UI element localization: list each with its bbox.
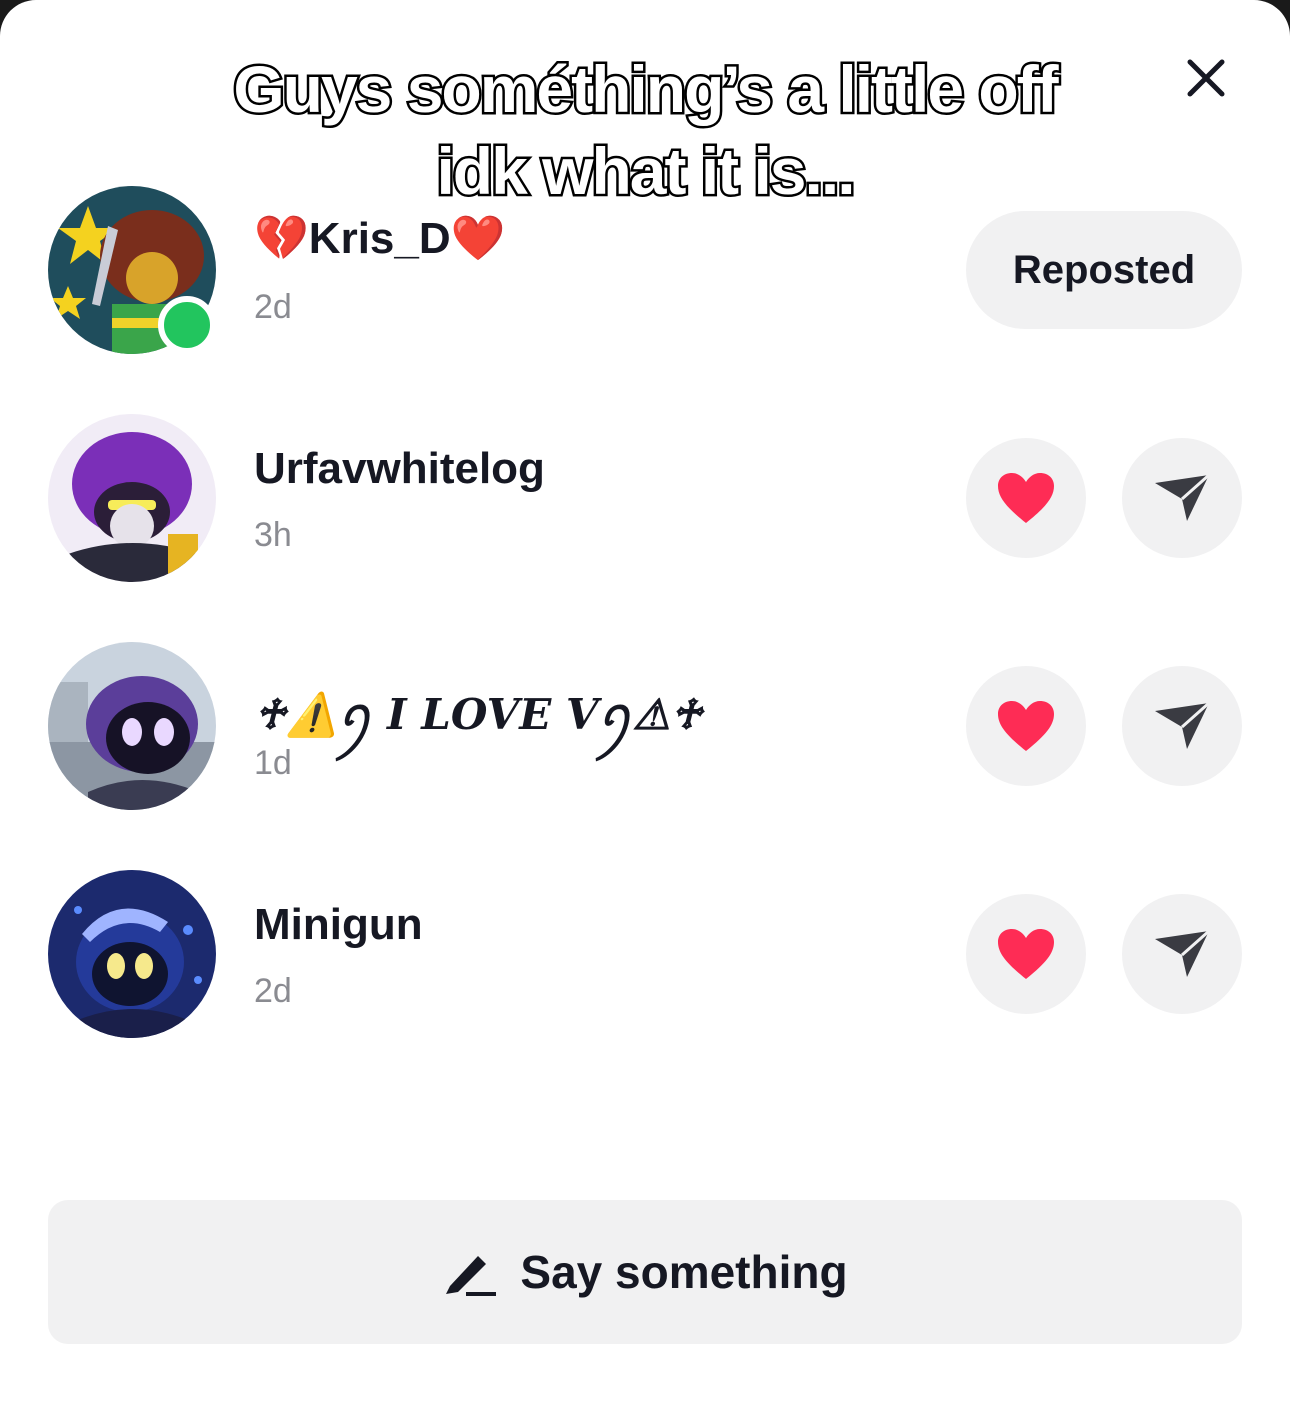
send-button[interactable] [1122, 666, 1242, 786]
repost-time: 3h [254, 516, 292, 554]
like-button[interactable] [966, 666, 1086, 786]
say-something-button[interactable]: Say something [48, 1200, 1242, 1344]
repost-user-name[interactable]: Urfavwhitelog [254, 444, 545, 494]
heart-icon [998, 929, 1054, 979]
send-icon [1155, 929, 1210, 977]
say-something-label: Say something [520, 1246, 848, 1298]
send-button[interactable] [1122, 894, 1242, 1014]
user-name-text: Kris_D [308, 214, 451, 263]
send-button[interactable] [1122, 438, 1242, 558]
avatar-i-love-v[interactable] [48, 642, 216, 810]
video-caption-overlay: Guys sométhing’s a little off idk what i… [190, 48, 1100, 212]
repost-sheet: Guys sométhing’s a little off idk what i… [0, 0, 1290, 1426]
caption-line-2: idk what it is... [434, 132, 858, 211]
repost-user-name[interactable]: Minigun [254, 900, 423, 950]
repost-time: 1d [254, 744, 292, 782]
send-icon [1155, 701, 1210, 749]
heart-icon [998, 473, 1054, 523]
send-icon [1155, 473, 1210, 521]
caption-line-1: Guys sométhing’s a little off [231, 50, 1061, 129]
reposted-button[interactable]: Reposted [966, 211, 1242, 329]
repost-user-name[interactable]: 💔Kris_D❤️ [254, 212, 505, 264]
red-heart-emoji: ❤️ [450, 214, 506, 263]
avatar-minigun[interactable] [48, 870, 216, 1038]
like-button[interactable] [966, 894, 1086, 1014]
close-icon[interactable] [1180, 52, 1232, 104]
like-button[interactable] [966, 438, 1086, 558]
repost-user-name[interactable]: ♱⚠️ꪆ I LOVE Vꪆ⚠♱ [254, 674, 702, 762]
avatar-urfavwhitelog[interactable] [48, 414, 216, 582]
heart-icon [998, 701, 1054, 751]
repost-time: 2d [254, 288, 292, 326]
broken-heart-emoji: 💔 [254, 214, 309, 263]
online-status-indicator [158, 296, 216, 354]
pencil-icon [446, 1256, 497, 1296]
repost-time: 2d [254, 972, 292, 1010]
